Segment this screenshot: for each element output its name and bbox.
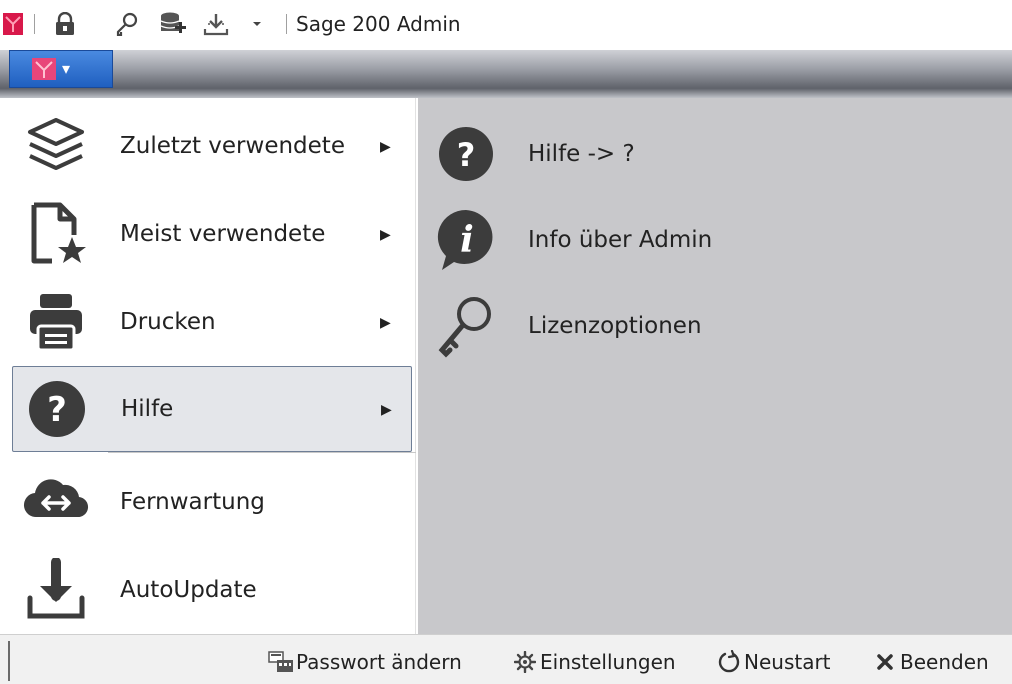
menu-item-label: Meist verwendete xyxy=(120,221,326,247)
layers-icon xyxy=(20,110,92,182)
settings-button[interactable]: Einstellungen xyxy=(512,649,676,675)
quit-label: Beenden xyxy=(900,650,989,674)
quick-access-toolbar: Sage 200 Admin xyxy=(0,0,1012,48)
menu-item-label: Zuletzt verwendete xyxy=(120,133,345,159)
submenu-arrow-icon: ▶ xyxy=(381,400,392,417)
download-icon[interactable] xyxy=(202,10,230,38)
close-icon xyxy=(872,651,898,673)
submenu-item-label: Info über Admin xyxy=(528,227,713,253)
menu-pane: Zuletzt verwendete ▶ Meist verwendete ▶ … xyxy=(8,98,416,634)
submenu-arrow-icon: ▶ xyxy=(380,225,391,242)
svg-text:?: ? xyxy=(47,390,67,430)
svg-text:i: i xyxy=(460,219,474,261)
restart-button[interactable]: Neustart xyxy=(716,649,831,675)
change-password-button[interactable]: Passwort ändern xyxy=(268,649,462,675)
toolbar-separator xyxy=(286,14,287,34)
printer-icon xyxy=(20,286,92,358)
submenu-item-label: Hilfe -> ? xyxy=(528,141,635,167)
password-icon xyxy=(268,651,294,673)
menu-item-label: Hilfe xyxy=(121,396,174,422)
backstage-menu: Zuletzt verwendete ▶ Meist verwendete ▶ … xyxy=(0,98,1012,634)
key-icon[interactable] xyxy=(114,10,140,38)
document-star-icon xyxy=(20,198,92,270)
app-menu-button[interactable]: ▾ xyxy=(9,50,113,88)
submenu-item-help[interactable]: ? Hilfe -> ? xyxy=(430,112,990,196)
ribbon-bar xyxy=(0,50,1012,98)
help-icon: ? xyxy=(436,118,496,190)
settings-label: Einstellungen xyxy=(540,650,676,674)
window-title: Sage 200 Admin xyxy=(296,12,461,36)
menu-item-label: Fernwartung xyxy=(120,489,265,515)
gear-icon xyxy=(512,651,538,673)
menu-item-remote[interactable]: Fernwartung xyxy=(12,460,412,544)
quit-button[interactable]: Beenden xyxy=(872,649,989,675)
change-password-label: Passwort ändern xyxy=(296,650,462,674)
lock-icon[interactable] xyxy=(52,10,78,38)
menu-item-recent[interactable]: Zuletzt verwendete ▶ xyxy=(12,104,412,188)
download-icon xyxy=(20,554,92,626)
database-add-icon[interactable] xyxy=(158,10,188,38)
menu-item-help[interactable]: ? Hilfe ▶ xyxy=(12,366,412,452)
restart-label: Neustart xyxy=(744,650,831,674)
status-bar-edge xyxy=(8,641,10,681)
submenu-item-license[interactable]: Lizenzoptionen xyxy=(430,284,990,368)
menu-item-autoupdate[interactable]: AutoUpdate xyxy=(12,548,412,632)
restart-icon xyxy=(716,650,742,673)
app-logo-icon xyxy=(32,58,56,80)
dropdown-arrow-icon[interactable] xyxy=(250,10,264,38)
submenu-arrow-icon: ▶ xyxy=(380,137,391,154)
app-menu-arrow: ▾ xyxy=(62,61,71,78)
svg-text:?: ? xyxy=(457,136,476,174)
submenu-arrow-icon: ▶ xyxy=(380,313,391,330)
help-icon: ? xyxy=(21,373,93,445)
menu-divider xyxy=(108,452,416,453)
menu-item-print[interactable]: Drucken ▶ xyxy=(12,280,412,364)
submenu-item-label: Lizenzoptionen xyxy=(528,313,702,339)
remote-icon xyxy=(20,466,92,538)
menu-item-label: Drucken xyxy=(120,309,216,335)
app-logo-icon[interactable] xyxy=(2,10,24,38)
toolbar-separator xyxy=(34,14,35,34)
menu-item-label: AutoUpdate xyxy=(120,577,257,603)
key-icon xyxy=(436,290,496,362)
submenu-item-info[interactable]: i Info über Admin xyxy=(430,198,990,282)
status-bar: Passwort ändern Einstellungen Neustart B… xyxy=(0,634,1012,684)
info-icon: i xyxy=(436,204,496,276)
menu-item-most-used[interactable]: Meist verwendete ▶ xyxy=(12,192,412,276)
